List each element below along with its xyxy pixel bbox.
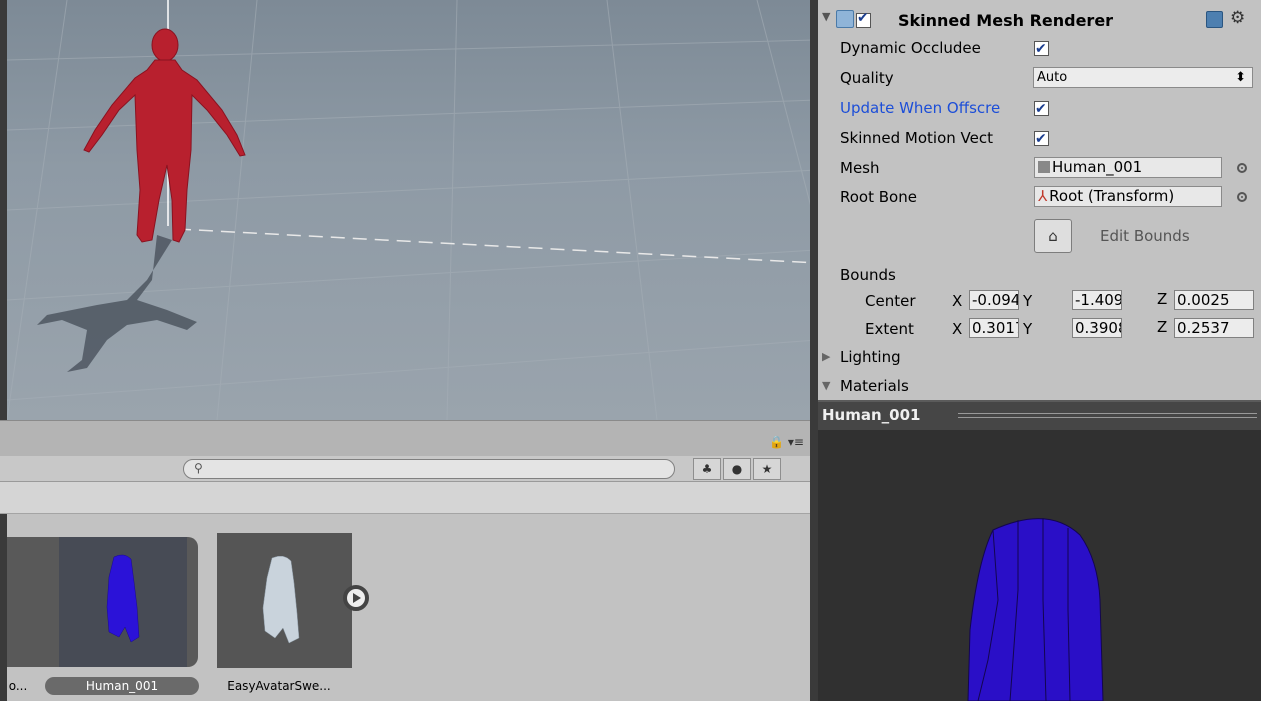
expanded-arrow-icon: ▼ [822, 379, 831, 392]
motion-vectors-checkbox[interactable] [1034, 128, 1049, 150]
search-icon: ⚲ [194, 461, 203, 475]
motion-vectors-label: Skinned Motion Vect [840, 129, 993, 147]
component-header[interactable]: ▼ Skinned Mesh Renderer ⚙ [818, 8, 1261, 34]
center-z-field[interactable]: 0.0025 [1174, 290, 1254, 310]
component-title: Skinned Mesh Renderer [898, 11, 1114, 30]
quality-dropdown[interactable]: Auto ⬍ [1033, 67, 1253, 88]
foldout-arrow-icon[interactable]: ▼ [822, 10, 830, 23]
white-hair-mesh-icon [262, 555, 300, 644]
project-asset-grid: o... Human_001 EasyAvatarSwe... [0, 514, 810, 701]
dynamic-occludee-checkbox[interactable] [1034, 38, 1049, 60]
edit-bounds-icon: ⌂ [1048, 227, 1058, 245]
center-y-field[interactable]: -1.4098 [1072, 290, 1122, 310]
mesh-preview[interactable] [818, 430, 1261, 701]
extent-z-field[interactable]: 0.2537 [1174, 318, 1254, 338]
asset-label-human-001[interactable]: Human_001 [45, 677, 199, 695]
mesh-object-field[interactable]: Human_001 [1034, 157, 1222, 178]
search-field[interactable]: ⚲ [183, 459, 675, 479]
preview-title: Human_001 [822, 406, 921, 424]
lighting-label: Lighting [840, 348, 901, 366]
help-icon[interactable] [1206, 11, 1223, 28]
component-enabled-checkbox[interactable] [856, 10, 871, 28]
extent-x-field[interactable]: 0.3017 [969, 318, 1019, 338]
materials-foldout[interactable]: ▼ Materials [818, 375, 1261, 397]
root-bone-value: Root (Transform) [1049, 187, 1175, 205]
mesh-label: Mesh [840, 159, 880, 177]
hair-mesh-icon [106, 554, 140, 643]
update-offscreen-checkbox[interactable] [1034, 98, 1049, 120]
asset-thumbnail-human-001[interactable] [59, 537, 187, 667]
search-input[interactable] [210, 461, 660, 477]
project-toolbar: ⚲ ♣ ● ★ [0, 456, 810, 482]
transform-icon: ⅄ [1038, 187, 1048, 205]
dropdown-arrows-icon: ⬍ [1235, 70, 1246, 85]
extent-y-label: Y [1023, 320, 1033, 338]
extent-y-field[interactable]: 0.3908 [1072, 318, 1122, 338]
center-label: Center [865, 292, 916, 310]
mesh-picker-icon[interactable] [1237, 163, 1247, 173]
edit-bounds-button[interactable]: ⌂ [1034, 219, 1072, 253]
motion-vectors-row: Skinned Motion Vect [818, 127, 1261, 150]
root-bone-picker-icon[interactable] [1237, 192, 1247, 202]
drag-handle-lines [958, 413, 1257, 418]
mesh-row: Mesh Human_001 [818, 157, 1261, 179]
center-z-label: Z [1157, 290, 1168, 308]
quality-value: Auto [1037, 70, 1068, 85]
update-offscreen-row: Update When Offscre [818, 97, 1261, 120]
center-x-field[interactable]: -0.0948 [969, 290, 1019, 310]
breadcrumb [0, 482, 810, 514]
mesh-value: Human_001 [1052, 158, 1143, 176]
dynamic-occludee-label: Dynamic Occludee [840, 39, 981, 57]
edit-bounds-label: Edit Bounds [1100, 227, 1190, 245]
inspector-panel: ▼ Skinned Mesh Renderer ⚙ Dynamic Occlud… [818, 0, 1261, 400]
character-model [83, 28, 246, 243]
root-bone-row: Root Bone ⅄ Root (Transform) [818, 186, 1261, 208]
hair-mesh-preview [967, 518, 1104, 701]
preview-header[interactable]: Human_001 [818, 400, 1261, 430]
asset-label-easyavatar[interactable]: EasyAvatarSwe... [214, 677, 344, 695]
filter-by-label-button[interactable]: ● [723, 458, 751, 480]
lighting-foldout[interactable]: ▶ Lighting [818, 346, 1261, 368]
collapsed-arrow-icon: ▶ [822, 350, 831, 363]
favorites-button[interactable]: ★ [753, 458, 781, 480]
quality-label: Quality [840, 69, 894, 87]
dynamic-occludee-row: Dynamic Occludee [818, 37, 1261, 60]
scene-view[interactable] [0, 0, 810, 420]
extent-x-label: X [952, 320, 963, 338]
asset-label-0[interactable]: o... [3, 677, 33, 695]
root-bone-object-field[interactable]: ⅄ Root (Transform) [1034, 186, 1222, 207]
gear-icon[interactable]: ⚙ [1230, 8, 1245, 28]
mesh-icon [1038, 161, 1050, 173]
extent-z-label: Z [1157, 318, 1168, 336]
center-y-label: Y [1023, 292, 1033, 310]
bounds-label: Bounds [840, 266, 896, 284]
expand-asset-button[interactable] [343, 585, 369, 611]
character-shadow [37, 235, 197, 372]
asset-thumbnail-easyavatar[interactable] [217, 533, 352, 668]
root-bone-label: Root Bone [840, 188, 917, 206]
lock-menu-icon[interactable]: 🔒 ▾≡ [769, 435, 804, 449]
extent-label: Extent [865, 320, 914, 338]
bounds-row: Bounds [818, 264, 1261, 286]
panel-divider[interactable] [810, 0, 818, 701]
skinned-mesh-renderer-icon [836, 10, 854, 28]
center-x-label: X [952, 292, 963, 310]
materials-label: Materials [840, 377, 909, 395]
quality-row: Quality Auto ⬍ [818, 67, 1261, 89]
update-offscreen-label: Update When Offscre [840, 99, 1001, 117]
filter-by-type-button[interactable]: ♣ [693, 458, 721, 480]
scene-footer: 🔒 ▾≡ [0, 420, 810, 456]
